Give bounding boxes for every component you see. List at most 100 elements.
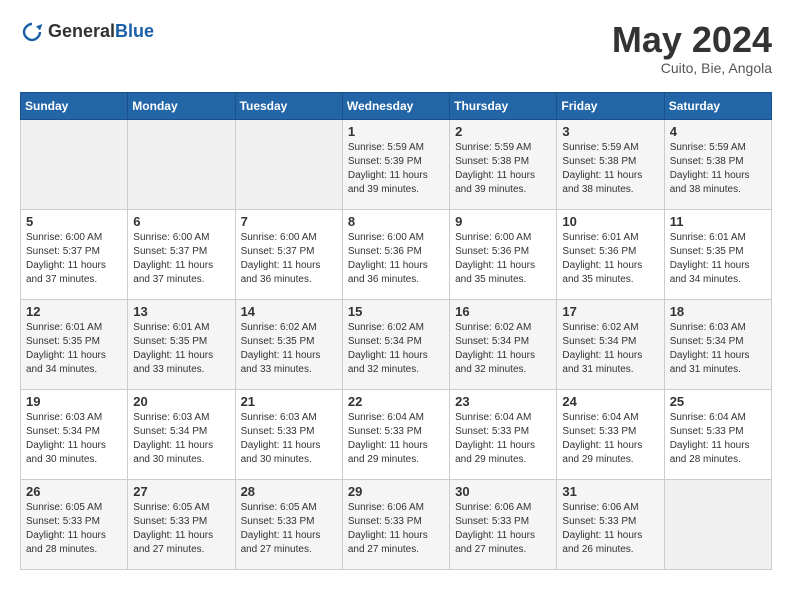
day-number: 12 [26,304,122,319]
calendar-cell: 11 Sunrise: 6:01 AMSunset: 5:35 PMDayligh… [664,209,771,299]
calendar-week-row: 1 Sunrise: 5:59 AMSunset: 5:39 PMDaylight… [21,119,772,209]
calendar-cell: 20Sunrise: 6:03 AMSunset: 5:34 PMDayligh… [128,389,235,479]
day-info: Sunrise: 6:05 AMSunset: 5:33 PMDaylight:… [241,501,337,557]
calendar-cell: 28 Sunrise: 6:05 AMSunset: 5:33 PMDayligh… [235,479,342,569]
calendar-cell: 17 Sunrise: 6:02 AMSunset: 5:34 PMDayligh… [557,299,664,389]
day-number: 22 [348,394,444,409]
day-number: 17 [562,304,658,319]
day-number: 7 [241,214,337,229]
calendar-header: SundayMondayTuesdayWednesdayThursdayFrid… [21,92,772,119]
day-info: Sunrise: 6:01 AMSunset: 5:36 PMDaylight:… [562,231,658,287]
calendar-cell: 31 Sunrise: 6:06 AMSunset: 5:33 PMDayligh… [557,479,664,569]
calendar-cell: 8 Sunrise: 6:00 AMSunset: 5:36 PMDaylight… [342,209,449,299]
day-number: 28 [241,484,337,499]
day-number: 9 [455,214,551,229]
day-info: Sunrise: 6:02 AMSunset: 5:35 PMDaylight:… [241,321,337,377]
calendar-week-row: 19 Sunrise: 6:03 AMSunset: 5:34 PMDayligh… [21,389,772,479]
calendar-cell: 25 Sunrise: 6:04 AMSunset: 5:33 PMDayligh… [664,389,771,479]
day-number: 2 [455,124,551,139]
calendar-cell: 23Sunrise: 6:04 AMSunset: 5:33 PMDayligh… [450,389,557,479]
page-header: GeneralBlue May 2024 Cuito, Bie, Angola [20,20,772,76]
day-info: Sunrise: 6:02 AMSunset: 5:34 PMDaylight:… [562,321,658,377]
day-number: 18 [670,304,766,319]
day-info: Sunrise: 6:05 AMSunset: 5:33 PMDaylight:… [133,501,229,557]
day-info: Sunrise: 6:03 AMSunset: 5:34 PMDaylight:… [670,321,766,377]
calendar-cell: 15 Sunrise: 6:02 AMSunset: 5:34 PMDayligh… [342,299,449,389]
day-number: 25 [670,394,766,409]
weekday-header: Wednesday [342,92,449,119]
day-info: Sunrise: 6:00 AMSunset: 5:37 PMDaylight:… [133,231,229,287]
calendar-cell: 30Sunrise: 6:06 AMSunset: 5:33 PMDayligh… [450,479,557,569]
month-year-title: May 2024 [612,20,772,60]
calendar-cell [235,119,342,209]
calendar-cell: 18 Sunrise: 6:03 AMSunset: 5:34 PMDayligh… [664,299,771,389]
day-info: Sunrise: 6:05 AMSunset: 5:33 PMDaylight:… [26,501,122,557]
day-info: Sunrise: 6:03 AMSunset: 5:34 PMDaylight:… [26,411,122,467]
calendar-cell [664,479,771,569]
weekday-header-row: SundayMondayTuesdayWednesdayThursdayFrid… [21,92,772,119]
day-info: Sunrise: 6:04 AMSunset: 5:33 PMDaylight:… [562,411,658,467]
title-block: May 2024 Cuito, Bie, Angola [612,20,772,76]
calendar-week-row: 12 Sunrise: 6:01 AMSunset: 5:35 PMDayligh… [21,299,772,389]
day-number: 6 [133,214,229,229]
calendar-cell: 5Sunrise: 6:00 AMSunset: 5:37 PMDaylight… [21,209,128,299]
day-number: 19 [26,394,122,409]
day-number: 10 [562,214,658,229]
day-info: Sunrise: 6:00 AMSunset: 5:37 PMDaylight:… [241,231,337,287]
day-number: 16 [455,304,551,319]
day-info: Sunrise: 6:03 AMSunset: 5:34 PMDaylight:… [133,411,229,467]
calendar-cell: 22 Sunrise: 6:04 AMSunset: 5:33 PMDayligh… [342,389,449,479]
day-info: Sunrise: 6:00 AMSunset: 5:36 PMDaylight:… [348,231,444,287]
location-subtitle: Cuito, Bie, Angola [612,60,772,76]
day-number: 13 [133,304,229,319]
day-number: 31 [562,484,658,499]
day-number: 30 [455,484,551,499]
day-number: 8 [348,214,444,229]
calendar-cell: 29Sunrise: 6:06 AMSunset: 5:33 PMDayligh… [342,479,449,569]
calendar-cell: 2 Sunrise: 5:59 AMSunset: 5:38 PMDaylight… [450,119,557,209]
day-info: Sunrise: 6:02 AMSunset: 5:34 PMDaylight:… [455,321,551,377]
logo-general: GeneralBlue [48,22,154,42]
day-number: 15 [348,304,444,319]
calendar-cell: 13Sunrise: 6:01 AMSunset: 5:35 PMDayligh… [128,299,235,389]
calendar-cell [21,119,128,209]
weekday-header: Thursday [450,92,557,119]
day-info: Sunrise: 5:59 AMSunset: 5:39 PMDaylight:… [348,141,444,197]
calendar-cell [128,119,235,209]
day-number: 5 [26,214,122,229]
day-info: Sunrise: 6:06 AMSunset: 5:33 PMDaylight:… [562,501,658,557]
day-number: 21 [241,394,337,409]
day-number: 3 [562,124,658,139]
day-number: 11 [670,214,766,229]
day-number: 29 [348,484,444,499]
calendar-cell: 1 Sunrise: 5:59 AMSunset: 5:39 PMDaylight… [342,119,449,209]
day-info: Sunrise: 6:04 AMSunset: 5:33 PMDaylight:… [455,411,551,467]
day-number: 26 [26,484,122,499]
day-number: 14 [241,304,337,319]
calendar-week-row: 5 Sunrise: 6:00 AMSunset: 5:37 PMDaylight… [21,209,772,299]
day-info: Sunrise: 6:02 AMSunset: 5:34 PMDaylight:… [348,321,444,377]
weekday-header: Tuesday [235,92,342,119]
calendar-cell: 4 Sunrise: 5:59 AMSunset: 5:38 PMDaylight… [664,119,771,209]
logo: GeneralBlue [20,20,154,44]
day-info: Sunrise: 6:04 AMSunset: 5:33 PMDaylight:… [348,411,444,467]
calendar-cell: 24 Sunrise: 6:04 AMSunset: 5:33 PMDayligh… [557,389,664,479]
day-info: Sunrise: 6:01 AMSunset: 5:35 PMDaylight:… [670,231,766,287]
logo-text: GeneralBlue [48,22,154,42]
day-info: Sunrise: 6:01 AMSunset: 5:35 PMDaylight:… [26,321,122,377]
day-number: 1 [348,124,444,139]
calendar-week-row: 26 Sunrise: 6:05 AMSunset: 5:33 PMDayligh… [21,479,772,569]
calendar-cell: 26 Sunrise: 6:05 AMSunset: 5:33 PMDayligh… [21,479,128,569]
day-info: Sunrise: 5:59 AMSunset: 5:38 PMDaylight:… [562,141,658,197]
day-number: 4 [670,124,766,139]
day-info: Sunrise: 5:59 AMSunset: 5:38 PMDaylight:… [455,141,551,197]
calendar-table: SundayMondayTuesdayWednesdayThursdayFrid… [20,92,772,570]
day-number: 24 [562,394,658,409]
day-info: Sunrise: 6:00 AMSunset: 5:36 PMDaylight:… [455,231,551,287]
day-info: Sunrise: 5:59 AMSunset: 5:38 PMDaylight:… [670,141,766,197]
weekday-header: Sunday [21,92,128,119]
calendar-cell: 12 Sunrise: 6:01 AMSunset: 5:35 PMDayligh… [21,299,128,389]
day-info: Sunrise: 6:04 AMSunset: 5:33 PMDaylight:… [670,411,766,467]
calendar-cell: 21Sunrise: 6:03 AMSunset: 5:33 PMDayligh… [235,389,342,479]
calendar-cell: 3 Sunrise: 5:59 AMSunset: 5:38 PMDaylight… [557,119,664,209]
